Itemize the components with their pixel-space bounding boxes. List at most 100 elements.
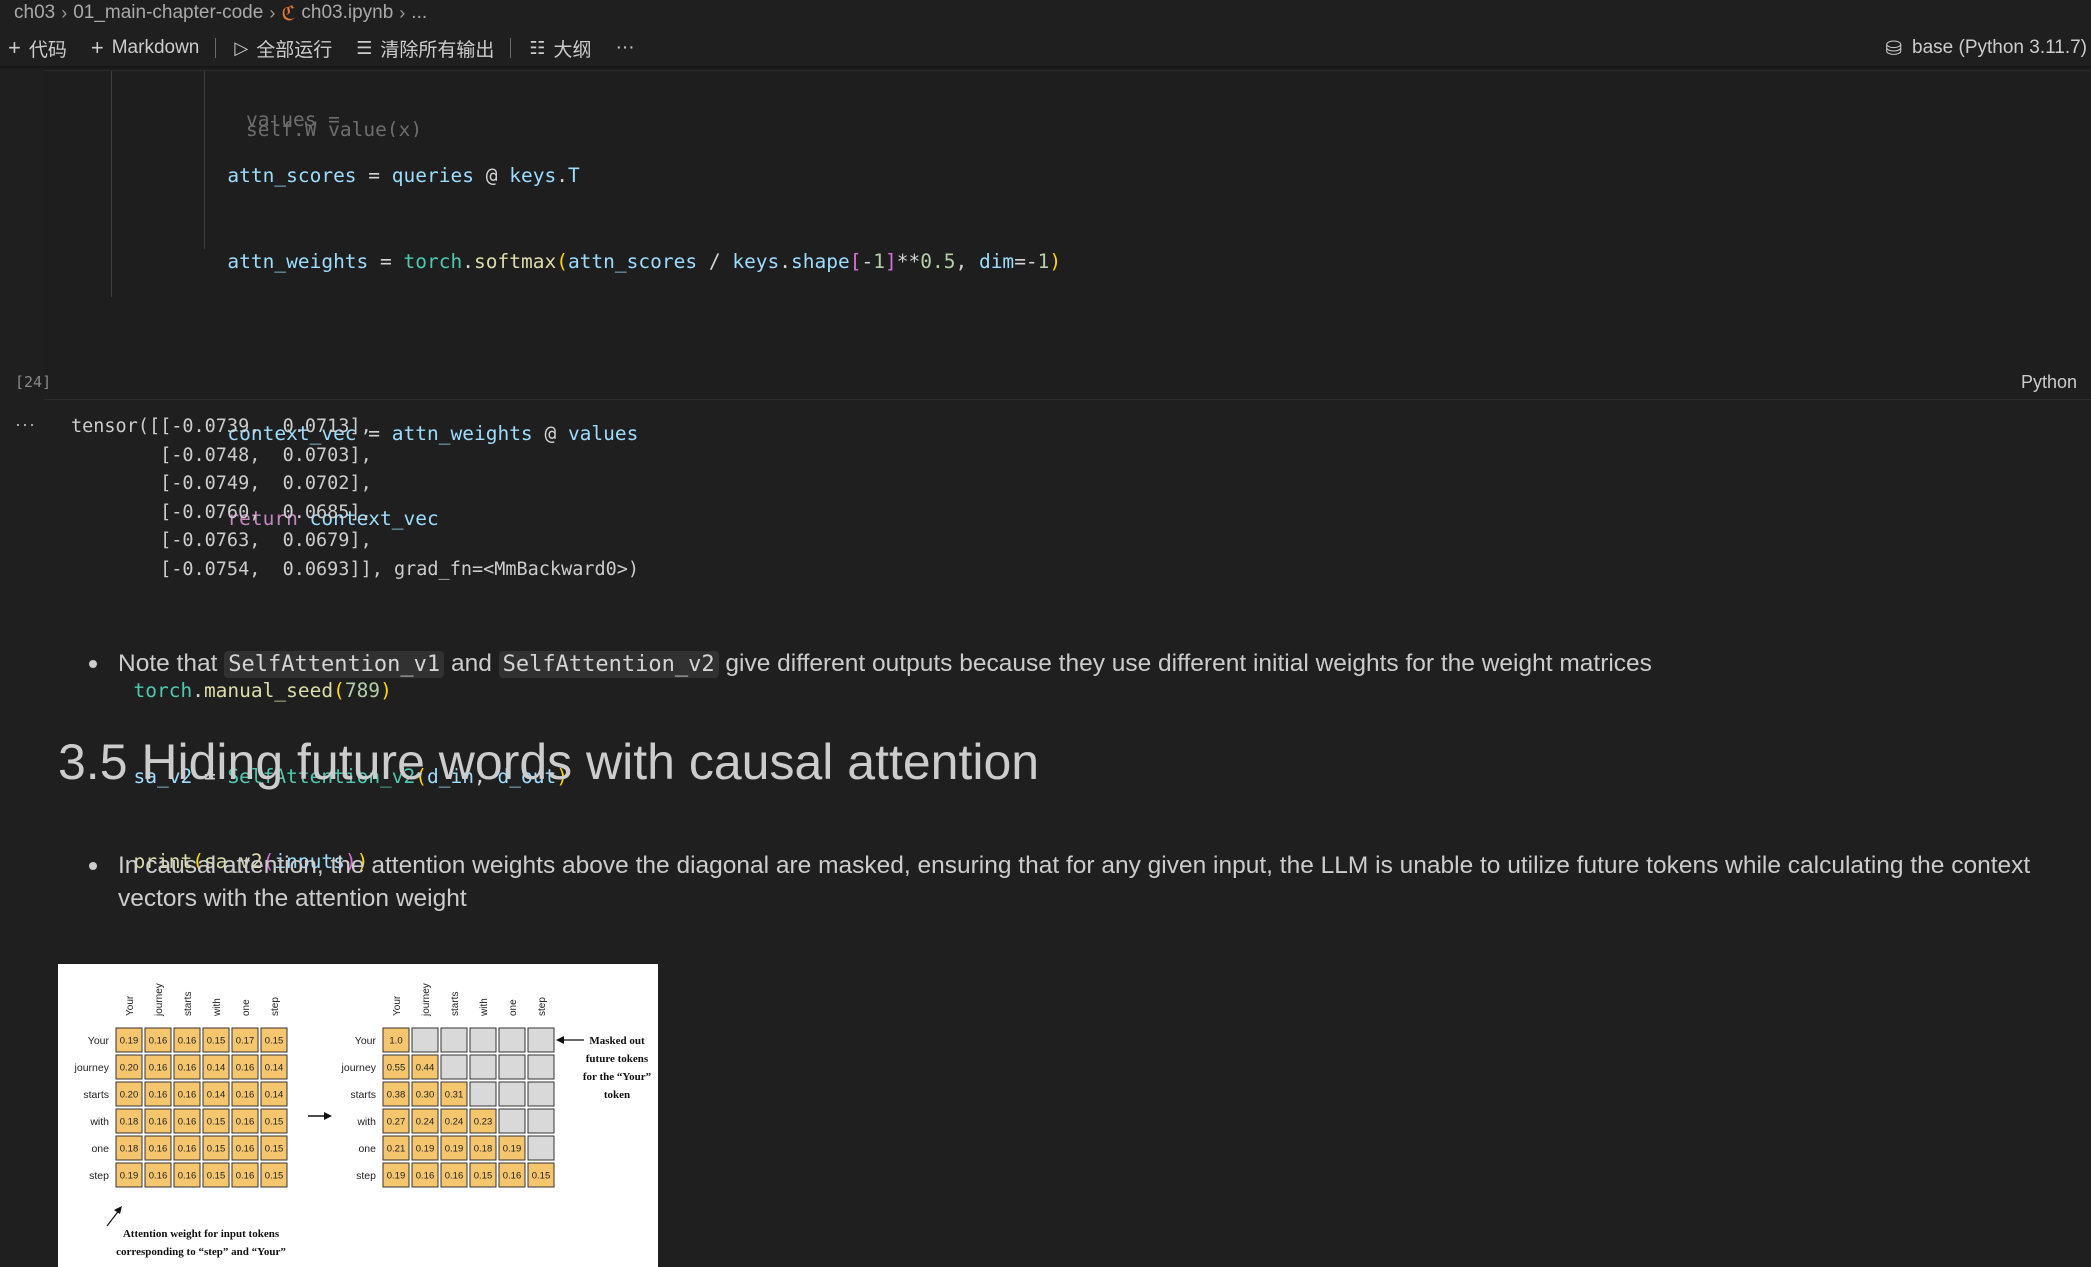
attn-column-label: starts bbox=[183, 992, 194, 1016]
clear-outputs-button[interactable]: ☰ 清除所有输出 bbox=[356, 35, 494, 62]
kernel-label: base (Python 3.11.7) bbox=[1912, 37, 2087, 58]
causal-weight-value: 0.30 bbox=[416, 1090, 435, 1101]
attn-weight-value: 0.15 bbox=[207, 1171, 226, 1182]
causal-masked-cell bbox=[527, 1108, 555, 1134]
attn-row-label: starts bbox=[83, 1089, 109, 1101]
attn-weight-value: 0.16 bbox=[149, 1171, 168, 1182]
causal-masked-cell bbox=[527, 1027, 555, 1053]
causal-weight-value: 0.15 bbox=[532, 1171, 551, 1182]
notebook-toolbar: + 代码 + Markdown ▷ 全部运行 ☰ 清除所有输出 ☷ 大纲 ···… bbox=[0, 30, 2091, 66]
causal-weight-value: 0.19 bbox=[387, 1171, 406, 1182]
causal-weight-value: 0.15 bbox=[474, 1171, 493, 1182]
attn-weight-value: 0.16 bbox=[178, 1117, 197, 1128]
causal-weight-value: 0.27 bbox=[387, 1117, 406, 1128]
clear-all-icon: ☰ bbox=[356, 37, 373, 58]
causal-text-line: vectors with the attention weight bbox=[118, 885, 467, 912]
add-markdown-cell-button[interactable]: + Markdown bbox=[91, 35, 200, 61]
run-all-button[interactable]: ▷ 全部运行 bbox=[234, 35, 332, 62]
cell-language-button[interactable]: Python bbox=[2021, 372, 2077, 393]
causal-column-label: Your bbox=[392, 995, 403, 1016]
attn-weight-value: 0.16 bbox=[178, 1171, 197, 1182]
causal-weight-value: 0.38 bbox=[387, 1090, 406, 1101]
causal-weight-value: 0.19 bbox=[503, 1144, 522, 1155]
inline-code: SelfAttention_v1 bbox=[224, 651, 445, 678]
attn-weight-value: 0.15 bbox=[265, 1036, 284, 1047]
execution-count: [24] bbox=[15, 373, 52, 391]
attn-weight-value: 0.16 bbox=[236, 1090, 255, 1101]
masked-note-text: Masked out bbox=[589, 1035, 645, 1047]
outline-button[interactable]: ☷ 大纲 bbox=[529, 35, 591, 62]
output-line: [-0.0749, 0.0702], bbox=[71, 473, 372, 494]
attn-weight-value: 0.19 bbox=[120, 1171, 139, 1182]
note-bullet: Note that SelfAttention_v1 and SelfAtten… bbox=[89, 647, 1652, 681]
causal-masked-cell bbox=[527, 1054, 555, 1080]
causal-masked-cell bbox=[440, 1054, 468, 1080]
add-markdown-label: Markdown bbox=[111, 37, 200, 58]
attn-column-label: step bbox=[270, 997, 281, 1016]
causal-row-label: journey bbox=[341, 1062, 377, 1074]
breadcrumb-item-ch03[interactable]: ch03 bbox=[14, 2, 55, 24]
more-icon: ··· bbox=[615, 37, 635, 58]
inline-code: SelfAttention_v2 bbox=[498, 651, 719, 678]
add-code-cell-button[interactable]: + 代码 bbox=[8, 35, 67, 62]
causal-weight-value: 1.0 bbox=[389, 1036, 402, 1047]
attn-column-label: one bbox=[241, 999, 252, 1016]
breadcrumb-item-folder[interactable]: 01_main-chapter-code bbox=[73, 2, 263, 24]
attn-row-label: journey bbox=[74, 1062, 110, 1074]
causal-weight-value: 0.55 bbox=[387, 1063, 406, 1074]
output-actions-button[interactable]: ··· bbox=[15, 414, 36, 435]
more-actions-button[interactable]: ··· bbox=[616, 37, 635, 59]
clear-outputs-label: 清除所有输出 bbox=[380, 39, 495, 61]
attn-weight-value: 0.16 bbox=[178, 1144, 197, 1155]
masked-note-text: token bbox=[604, 1089, 630, 1101]
attn-weight-value: 0.16 bbox=[178, 1090, 197, 1101]
output-line: [-0.0763, 0.0679], bbox=[71, 530, 372, 551]
toolbar-divider bbox=[510, 38, 512, 58]
attn-row-label: step bbox=[89, 1170, 109, 1182]
attn-weight-value: 0.15 bbox=[265, 1171, 284, 1182]
code-cell[interactable]: values = self.W_value(x) attn_scores = q… bbox=[44, 70, 2091, 873]
attn-column-label: journey bbox=[154, 983, 165, 1017]
attn-weight-value: 0.16 bbox=[149, 1063, 168, 1074]
attn-weight-value: 0.14 bbox=[207, 1063, 226, 1074]
causal-masked-cell bbox=[411, 1027, 439, 1053]
causal-weight-value: 0.19 bbox=[416, 1144, 435, 1155]
attn-weight-value: 0.16 bbox=[149, 1117, 168, 1128]
attn-weight-value: 0.16 bbox=[236, 1144, 255, 1155]
attn-weight-value: 0.15 bbox=[265, 1117, 284, 1128]
output-line: tensor([[-0.0739, 0.0713], bbox=[71, 416, 372, 437]
causal-masked-cell bbox=[527, 1135, 555, 1161]
causal-row-label: Your bbox=[355, 1035, 377, 1047]
attn-weight-value: 0.16 bbox=[178, 1063, 197, 1074]
attention-note-arrow-head bbox=[114, 1206, 122, 1214]
attn-weight-value: 0.16 bbox=[149, 1090, 168, 1101]
plus-icon: + bbox=[90, 35, 104, 60]
plus-icon: + bbox=[8, 35, 21, 60]
chevron-right-icon: › bbox=[61, 2, 68, 23]
breadcrumb-item-notebook[interactable]: ch03.ipynb bbox=[301, 2, 393, 24]
attn-weight-value: 0.16 bbox=[178, 1036, 197, 1047]
causal-masked-cell bbox=[498, 1081, 526, 1107]
causal-masked-cell bbox=[527, 1081, 555, 1107]
output-line: [-0.0754, 0.0693]], grad_fn=<MmBackward0… bbox=[71, 558, 640, 580]
jupyter-notebook-icon: ℭ bbox=[281, 2, 296, 25]
run-all-label: 全部运行 bbox=[256, 39, 333, 61]
attn-row-label: with bbox=[89, 1116, 109, 1128]
causal-column-label: journey bbox=[421, 983, 432, 1017]
attn-row-label: Your bbox=[88, 1035, 110, 1047]
attn-weight-value: 0.16 bbox=[236, 1117, 255, 1128]
toolbar-divider bbox=[215, 38, 217, 58]
attn-column-label: Your bbox=[125, 995, 136, 1016]
attention-matrix-diagram: Your Your 0.19 0.16 0.16 0.15 0.17 0.15 journey j… bbox=[74, 983, 652, 1258]
attn-weight-value: 0.14 bbox=[207, 1090, 226, 1101]
output-line: [-0.0760, 0.0685], bbox=[71, 501, 372, 523]
attn-weight-value: 0.16 bbox=[149, 1036, 168, 1047]
masked-note-arrow-head bbox=[556, 1036, 564, 1044]
causal-weight-value: 0.31 bbox=[445, 1090, 464, 1101]
breadcrumb-item-more[interactable]: ... bbox=[411, 2, 427, 24]
attn-weight-value: 0.15 bbox=[207, 1036, 226, 1047]
kernel-picker[interactable]: ⛁ base (Python 3.11.7) bbox=[1885, 30, 2091, 66]
list-icon: ☷ bbox=[529, 37, 546, 58]
causal-column-label: one bbox=[508, 999, 519, 1016]
chevron-right-icon: › bbox=[399, 2, 406, 23]
